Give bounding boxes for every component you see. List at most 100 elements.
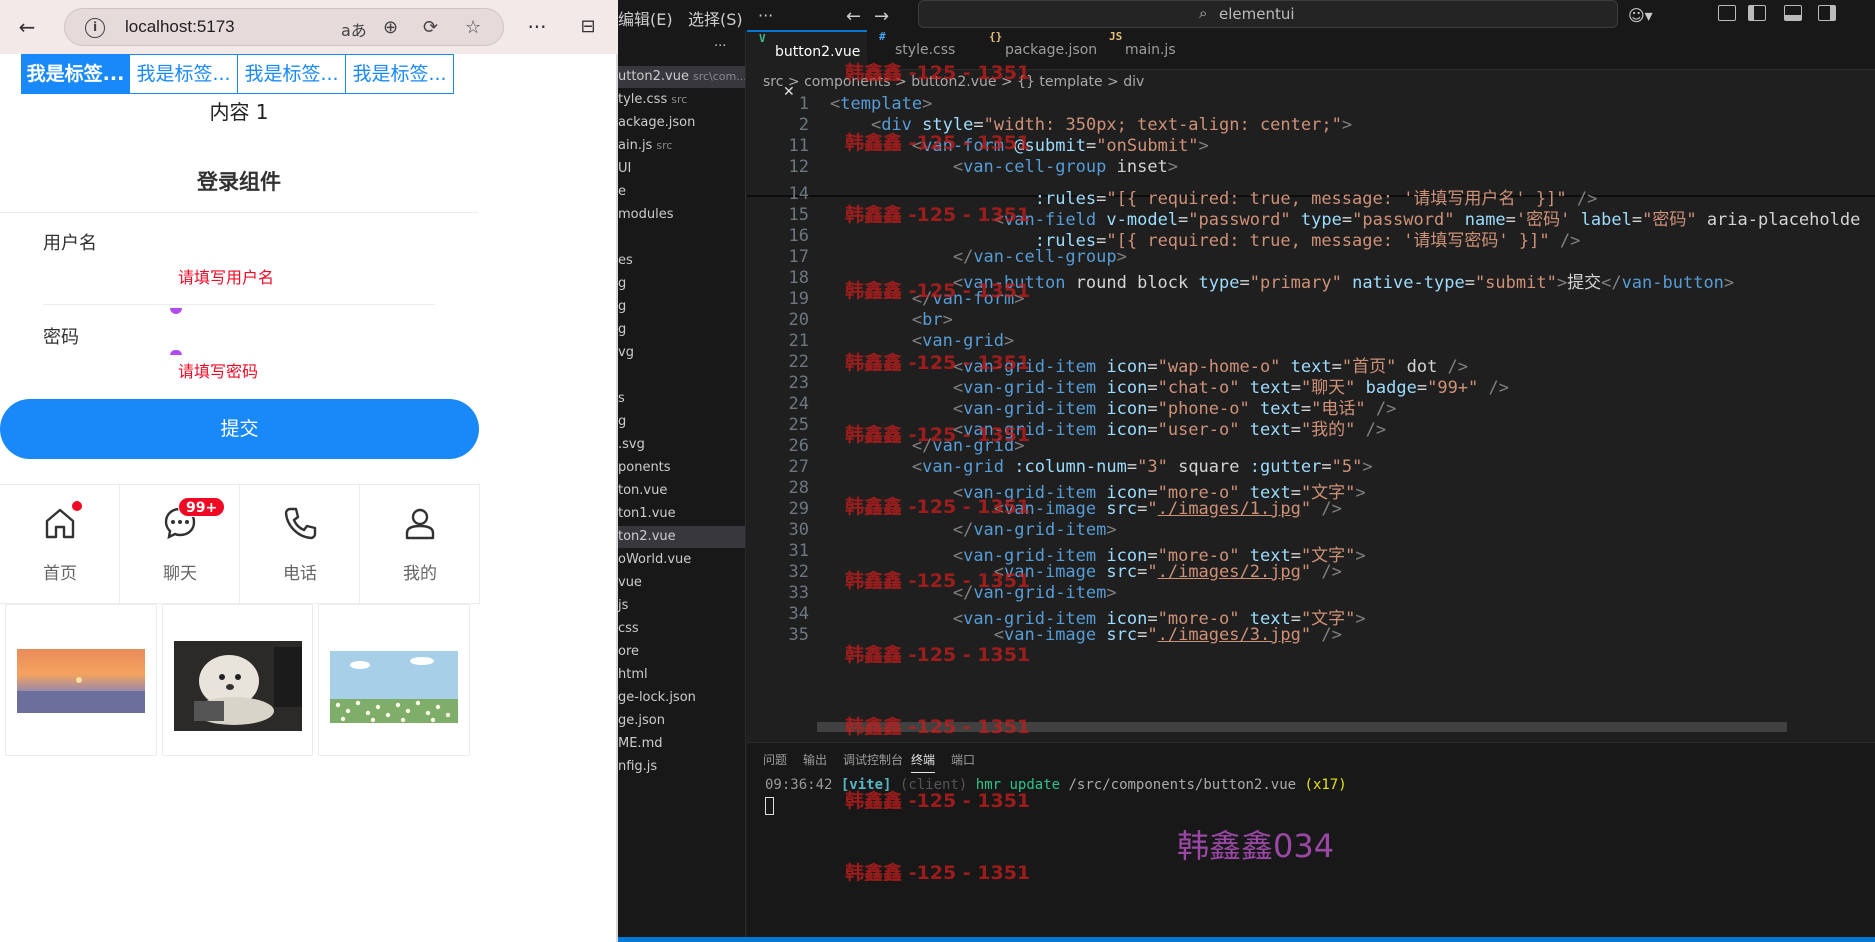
image-cell-2[interactable] (161, 604, 314, 756)
line-number: 34 (788, 604, 809, 624)
menu-more[interactable]: ··· (758, 6, 773, 25)
code-line[interactable]: <van-form @submit="onSubmit"> (830, 136, 1209, 156)
back-icon[interactable]: ← (846, 6, 861, 27)
cursor-marker (170, 308, 182, 314)
explorer-item[interactable]: vue (618, 572, 745, 594)
explorer-item[interactable]: vg (618, 342, 745, 364)
explorer-item[interactable]: ME.md (618, 733, 745, 755)
explorer-item[interactable] (618, 365, 745, 387)
code-line[interactable]: <van-grid> (830, 331, 1014, 351)
line-number: 19 (788, 289, 809, 309)
explorer-item[interactable]: ore (618, 641, 745, 663)
explorer-item[interactable] (618, 227, 745, 249)
favorite-star-icon[interactable]: ☆ (465, 17, 481, 38)
user-icon (405, 508, 435, 540)
sidebar-toggle-icon[interactable]: ⊟ (575, 14, 601, 40)
explorer-item[interactable]: es (618, 250, 745, 272)
refresh-icon[interactable]: ⟳ (423, 17, 438, 38)
dog-image (173, 641, 302, 731)
menu-edit[interactable]: 编辑(E) (618, 6, 673, 30)
grid-item-home[interactable]: 首页 (0, 484, 120, 604)
explorer-item[interactable]: g (618, 411, 745, 433)
code-line[interactable]: <van-cell-group inset> (830, 157, 1178, 177)
zoom-icon[interactable]: ⊕ (383, 17, 398, 38)
grid-label: 电话 (283, 564, 317, 584)
panel-tab-ports[interactable]: 端口 (951, 751, 975, 768)
editor-tab-button2[interactable]: V button2.vue ✕ (747, 30, 867, 100)
explorer-item[interactable]: utton2.vue src\com... (618, 66, 745, 88)
editor-tab-main[interactable]: JS main.js (1097, 30, 1207, 70)
code-line[interactable]: </van-cell-group> (830, 247, 1127, 267)
explorer-item[interactable]: css (618, 618, 745, 640)
code-line[interactable]: <br> (830, 310, 953, 330)
explorer-item[interactable]: ain.js src (618, 135, 745, 157)
grid-item-phone[interactable]: 电话 (240, 484, 360, 604)
tab-4[interactable]: 我是标签... (345, 54, 454, 94)
explorer-item[interactable]: ton2.vue (618, 526, 745, 548)
toggle-sidebar-icon[interactable] (1748, 5, 1766, 21)
code-line[interactable]: </van-grid-item> (830, 583, 1117, 603)
explorer-item[interactable]: ackage.json (618, 112, 745, 134)
code-line[interactable]: </van-form> (830, 289, 1025, 309)
panel-tab-terminal[interactable]: 终端 (911, 751, 936, 773)
panel-tab-output[interactable]: 输出 (803, 751, 827, 768)
code-line[interactable]: <van-image src="./images/1.jpg" /> (830, 499, 1342, 519)
grid-item-user[interactable]: 我的 (360, 484, 480, 604)
explorer-item[interactable]: modules (618, 204, 745, 226)
explorer-item[interactable]: ponents (618, 457, 745, 479)
explorer-item[interactable]: oWorld.vue (618, 549, 745, 571)
explorer-item[interactable]: ge-lock.json (618, 687, 745, 709)
code-line[interactable]: <van-image src="./images/2.jpg" /> (830, 562, 1342, 582)
code-line[interactable]: </van-grid-item> (830, 520, 1117, 540)
explorer-item[interactable]: ge.json (618, 710, 745, 732)
address-bar[interactable]: i localhost:5173 aあ ⊕ ⟳ ☆ (64, 8, 504, 46)
layout-icon[interactable] (1718, 5, 1736, 21)
code-line[interactable]: </van-grid> (830, 436, 1025, 456)
explorer-header (618, 36, 648, 58)
grid-item-chat[interactable]: 99+ 聊天 (120, 484, 240, 604)
code-line[interactable]: <template> (830, 94, 932, 114)
more-menu-icon[interactable]: ··· (524, 14, 550, 40)
url-text[interactable]: localhost:5173 (125, 17, 235, 37)
info-icon[interactable]: i (85, 18, 105, 38)
panel-tab-debug-console[interactable]: 调试控制台 (843, 751, 903, 768)
explorer-item[interactable]: nfig.js (618, 756, 745, 778)
browser-toolbar: ← i localhost:5173 aあ ⊕ ⟳ ☆ ··· ⊟ (0, 0, 618, 54)
back-arrow-icon[interactable]: ← (14, 14, 40, 40)
image-cell-1[interactable] (5, 604, 157, 756)
command-center[interactable]: ⌕ elementui (918, 0, 1618, 28)
explorer-item[interactable]: g (618, 273, 745, 295)
code-editor[interactable]: 1 <template> 2 <div style="width: 350px; t… (747, 94, 1875, 734)
tab-content: 内容 1 (209, 100, 269, 124)
image-cell-3[interactable] (318, 604, 471, 756)
explorer-item[interactable]: ton.vue (618, 480, 745, 502)
submit-button[interactable]: 提交 (0, 399, 479, 459)
panel-tab-problems[interactable]: 问题 (763, 751, 787, 768)
explorer-item[interactable]: UI (618, 158, 745, 180)
code-line[interactable]: <div style="width: 350px; text-align: ce… (830, 115, 1352, 135)
toggle-secondary-sidebar-icon[interactable] (1818, 5, 1836, 21)
explorer-item[interactable]: js (618, 595, 745, 617)
code-line[interactable]: <van-grid :column-num="3" square :gutter… (830, 457, 1373, 477)
explorer-item[interactable]: g (618, 296, 745, 318)
forward-icon[interactable]: → (874, 6, 889, 27)
toggle-panel-icon[interactable] (1784, 5, 1802, 21)
breadcrumb[interactable]: src > components > button2.vue > {} temp… (763, 74, 1144, 90)
tab-3[interactable]: 我是标签... (237, 54, 346, 94)
explorer-item[interactable]: .svg (618, 434, 745, 456)
explorer-item[interactable]: g (618, 319, 745, 341)
menu-selection[interactable]: 选择(S) (688, 6, 743, 30)
explorer-item[interactable]: tyle.css src (618, 89, 745, 111)
tab-2[interactable]: 我是标签... (129, 54, 238, 94)
copilot-icon[interactable]: ☺▾ (1628, 6, 1653, 25)
explorer-item[interactable]: e (618, 181, 745, 203)
editor-tab-style[interactable]: # style.css (867, 30, 987, 70)
read-aloud-icon[interactable]: aあ (341, 17, 367, 41)
explorer-item[interactable]: html (618, 664, 745, 686)
editor-tab-package[interactable]: {} package.json (977, 30, 1097, 70)
code-line[interactable]: <van-image src="./images/3.jpg" /> (830, 625, 1342, 645)
tab-1[interactable]: 我是标签... (21, 54, 130, 94)
explorer-item[interactable]: s (618, 388, 745, 410)
horizontal-scrollbar[interactable] (817, 722, 1787, 732)
explorer-item[interactable]: ton1.vue (618, 503, 745, 525)
